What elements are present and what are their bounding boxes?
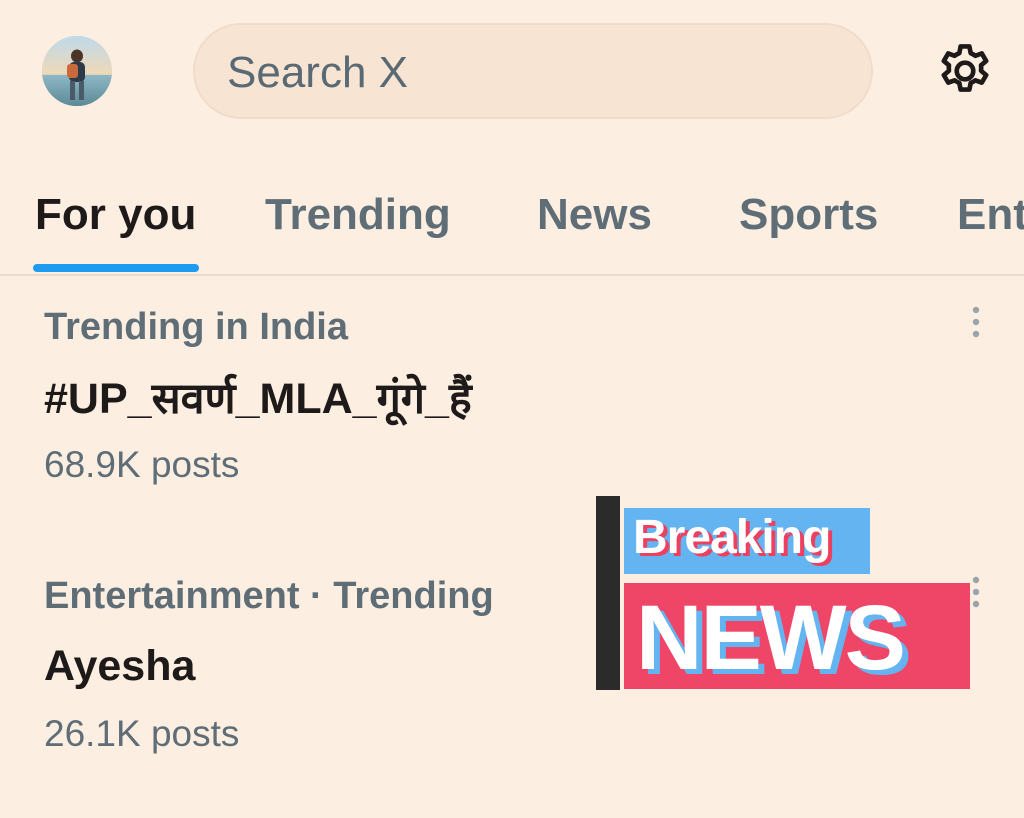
tab-sports[interactable]: Sports: [739, 190, 878, 240]
avatar-image: [42, 36, 112, 106]
tab-for-you[interactable]: For you: [35, 190, 196, 240]
more-options-icon[interactable]: [966, 304, 986, 344]
trend-title[interactable]: Ayesha: [44, 641, 195, 691]
badge-bar: [596, 496, 620, 690]
tab-bar: For you Trending News Sports Ent: [0, 150, 1024, 276]
top-bar: Search X: [0, 0, 1024, 150]
tab-news[interactable]: News: [537, 190, 652, 240]
trend-item[interactable]: Trending in India #UP_सवर्ण_MLA_गूंगे_है…: [0, 276, 1024, 516]
breaking-label: Breaking: [633, 511, 831, 564]
tab-entertainment[interactable]: Ent: [957, 190, 1024, 240]
trend-post-count: 68.9K posts: [44, 444, 240, 485]
search-bar[interactable]: Search X: [193, 23, 873, 119]
news-label: NEWS: [636, 587, 906, 689]
active-tab-indicator: [33, 264, 199, 272]
trend-title[interactable]: #UP_सवर्ण_MLA_गूंगे_हैं: [44, 374, 472, 424]
avatar[interactable]: [42, 36, 112, 106]
gear-icon[interactable]: [934, 40, 996, 102]
trend-category: Entertainment · Trending: [44, 575, 494, 617]
trend-category: Trending in India: [44, 306, 348, 348]
search-input[interactable]: Search X: [227, 49, 408, 97]
tab-trending[interactable]: Trending: [265, 190, 451, 240]
breaking-news-graphic: Breaking NEWS: [596, 496, 974, 694]
trend-post-count: 26.1K posts: [44, 713, 240, 754]
